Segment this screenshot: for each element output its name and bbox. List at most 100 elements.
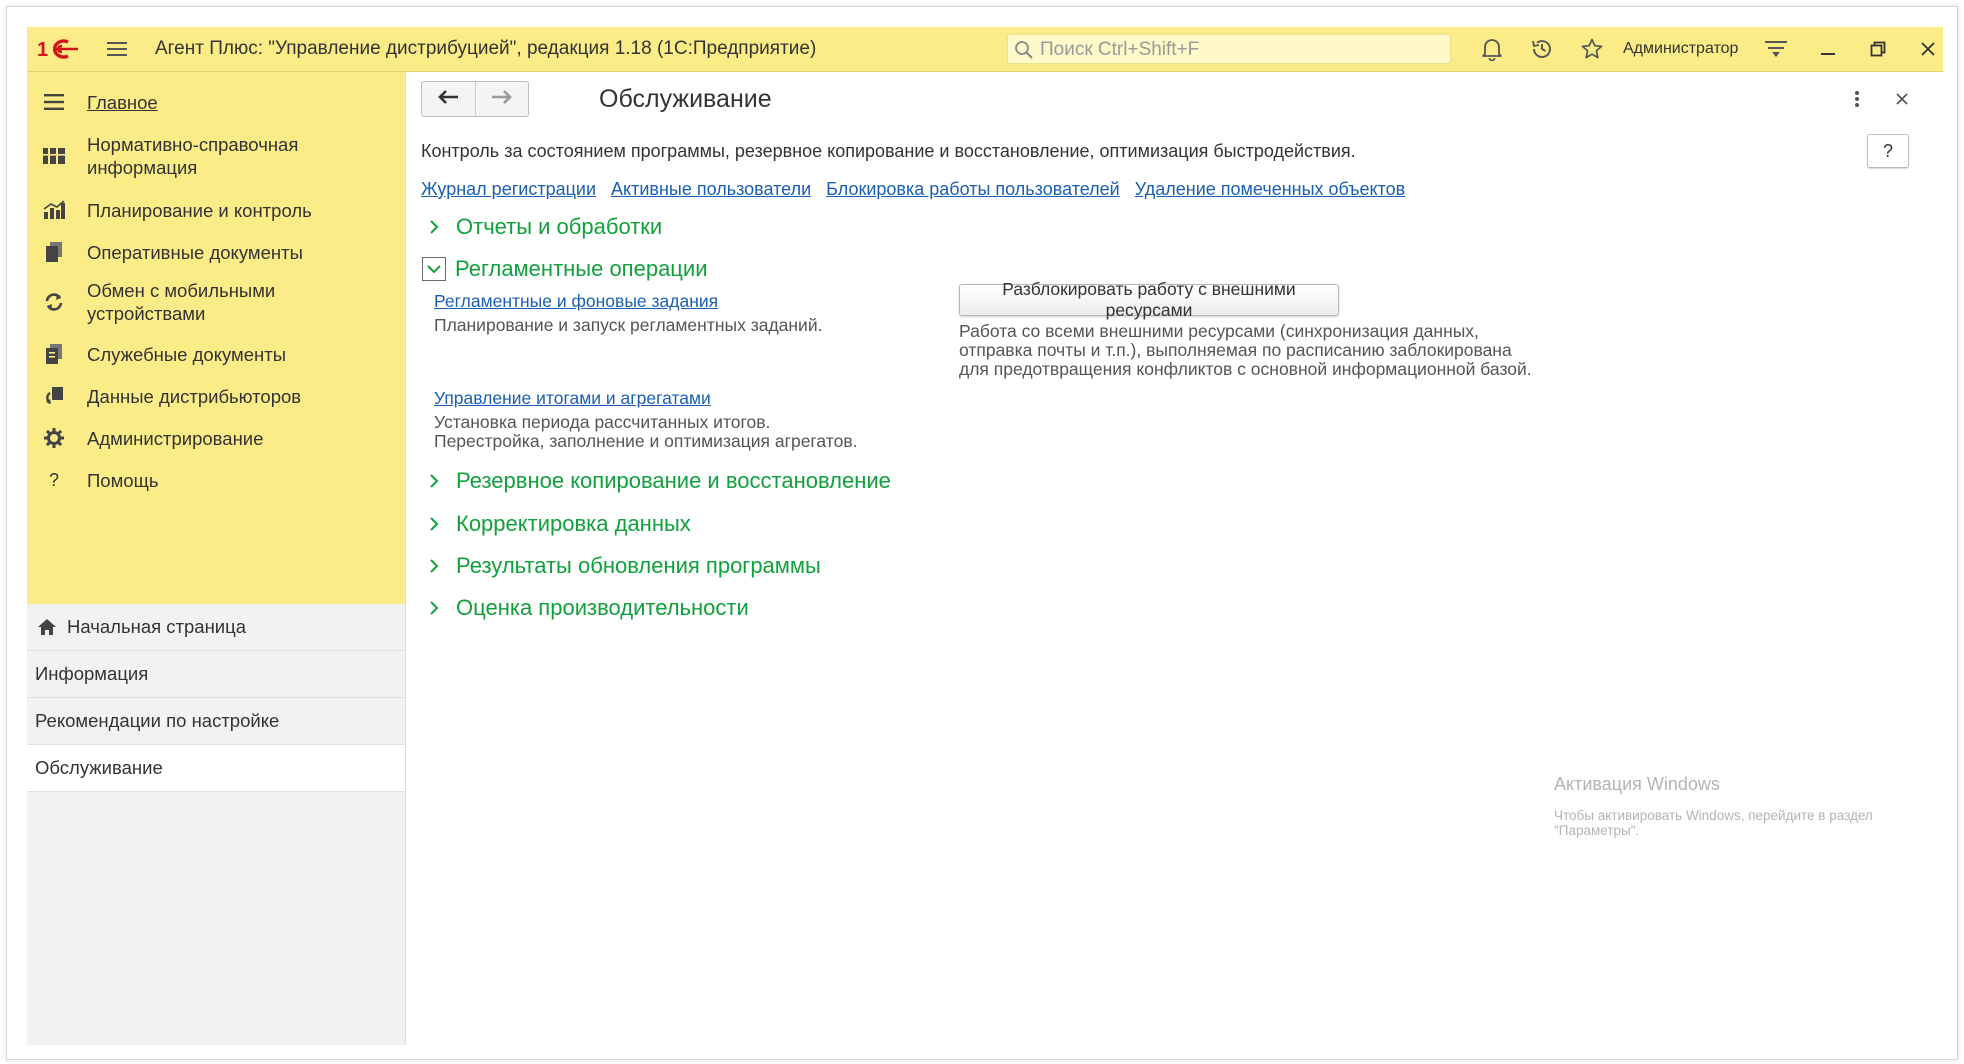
- favorites-star-icon[interactable]: [1577, 35, 1607, 63]
- group-data-correction[interactable]: Корректировка данных: [421, 508, 691, 540]
- group-performance[interactable]: Оценка производительности: [421, 592, 749, 624]
- link-delete-marked[interactable]: Удаление помеченных объектов: [1135, 176, 1406, 202]
- section-service-docs[interactable]: Служебные документы: [27, 334, 405, 374]
- group-title: Отчеты и обработки: [456, 214, 663, 239]
- chevron-right-icon: [421, 553, 447, 579]
- section-mobile-exchange[interactable]: Обмен с мобильными устройствами: [27, 274, 405, 330]
- windows-activation-text: Чтобы активировать Windows, перейдите в …: [1554, 808, 1873, 838]
- sync-icon: [41, 289, 67, 315]
- group-scheduled-operations[interactable]: Регламентные операции: [421, 253, 707, 285]
- distributor-icon: [41, 383, 67, 409]
- navigation-buttons: [421, 81, 529, 117]
- section-label: Нормативно-справочная информация: [87, 134, 299, 178]
- arrow-right-icon: [491, 89, 513, 110]
- help-button[interactable]: ?: [1867, 134, 1909, 168]
- documents-icon: [41, 239, 67, 265]
- section-main[interactable]: Главное: [27, 82, 405, 122]
- link-totals-aggregates[interactable]: Управление итогами и агрегатами: [434, 387, 711, 409]
- svg-text:1: 1: [37, 39, 48, 61]
- search-input[interactable]: [1038, 37, 1442, 63]
- unblock-description-3: для предотвращения конфликтов с основной…: [959, 359, 1532, 379]
- totals-description-1: Установка периода рассчитанных итогов.: [434, 412, 771, 432]
- notifications-bell-icon[interactable]: [1477, 35, 1507, 63]
- page-label: Информация: [35, 663, 149, 684]
- section-help[interactable]: ? Помощь: [27, 460, 405, 500]
- service-docs-icon: [41, 341, 67, 367]
- open-pages-panel: Начальная страница Информация Рекомендац…: [27, 604, 406, 1045]
- search-icon: [1014, 40, 1034, 65]
- more-actions-icon[interactable]: [1845, 86, 1869, 112]
- page-label: Рекомендации по настройке: [35, 710, 280, 731]
- section-label: Данные дистрибьюторов: [87, 386, 302, 407]
- section-label: Оперативные документы: [87, 242, 303, 263]
- section-label: Помощь: [87, 470, 159, 491]
- group-title: Регламентные операции: [455, 256, 708, 281]
- quick-links: Журнал регистрации Активные пользователи…: [421, 176, 1420, 202]
- app-title: Агент Плюс: "Управление дистрибуцией", р…: [155, 38, 817, 59]
- home-icon: [35, 616, 59, 638]
- page-home[interactable]: Начальная страница: [27, 604, 405, 651]
- page-information[interactable]: Информация: [27, 651, 405, 698]
- catalog-icon: [41, 143, 67, 169]
- sections-panel: Главное Нормативно-справочная информация…: [27, 72, 406, 604]
- section-planning[interactable]: Планирование и контроль: [27, 190, 405, 230]
- settings-menu-icon[interactable]: [1761, 35, 1791, 63]
- chevron-right-icon: [421, 468, 447, 494]
- application-window: 1 Агент Плюс: "Управление дистрибуцией",…: [27, 27, 1943, 1045]
- global-search[interactable]: [1007, 34, 1451, 64]
- section-operational-docs[interactable]: Оперативные документы: [27, 232, 405, 272]
- section-distributor-data[interactable]: Данные дистрибьюторов: [27, 376, 405, 416]
- bar-chart-icon: [41, 197, 67, 223]
- unblock-description-1: Работа со всеми внешними ресурсами (синх…: [959, 321, 1479, 341]
- forward-button[interactable]: [474, 82, 529, 116]
- group-title: Корректировка данных: [456, 511, 691, 536]
- section-label: Обмен с мобильными устройствами: [87, 280, 276, 324]
- group-reports[interactable]: Отчеты и обработки: [421, 211, 662, 243]
- section-label: Планирование и контроль: [87, 200, 312, 221]
- link-user-lock[interactable]: Блокировка работы пользователей: [826, 176, 1120, 202]
- arrow-left-icon: [437, 89, 459, 110]
- chevron-right-icon: [421, 511, 447, 537]
- group-update-results[interactable]: Результаты обновления программы: [421, 550, 821, 582]
- title-bar: 1 Агент Плюс: "Управление дистрибуцией",…: [27, 27, 1943, 72]
- hamburger-menu-icon[interactable]: [103, 35, 131, 63]
- current-user[interactable]: Администратор: [1623, 27, 1738, 71]
- maintenance-form: Обслуживание ? Контроль за состоянием пр…: [406, 72, 1943, 1045]
- chevron-right-icon: [421, 595, 447, 621]
- restore-window-icon[interactable]: [1863, 35, 1893, 63]
- section-reference-info[interactable]: Нормативно-справочная информация: [27, 128, 405, 184]
- page-label: Обслуживание: [35, 757, 163, 778]
- history-icon[interactable]: [1527, 35, 1557, 63]
- section-administration[interactable]: Администрирование: [27, 418, 405, 458]
- question-icon: ?: [48, 469, 59, 490]
- page-maintenance[interactable]: Обслуживание: [27, 745, 405, 792]
- scheduled-jobs-description: Планирование и запуск регламентных задан…: [434, 315, 823, 335]
- 1c-logo-icon[interactable]: 1: [35, 35, 81, 63]
- totals-description-2: Перестройка, заполнение и оптимизация аг…: [434, 431, 858, 451]
- group-title: Результаты обновления программы: [456, 553, 821, 578]
- link-scheduled-jobs[interactable]: Регламентные и фоновые задания: [434, 290, 718, 312]
- link-event-log[interactable]: Журнал регистрации: [421, 176, 596, 202]
- unblock-description-2: отправка почты и т.п.), выполняемая по р…: [959, 340, 1512, 360]
- page-title: Обслуживание: [599, 85, 772, 113]
- form-close-icon[interactable]: [1890, 86, 1914, 112]
- group-title: Оценка производительности: [456, 595, 749, 620]
- minimize-icon[interactable]: [1813, 35, 1843, 63]
- back-button[interactable]: [422, 82, 475, 116]
- menu-icon: [41, 89, 67, 115]
- section-label: Администрирование: [87, 428, 264, 449]
- form-description: Контроль за состоянием программы, резерв…: [421, 141, 1356, 161]
- windows-activation-title: Активация Windows: [1554, 774, 1720, 794]
- section-label: Служебные документы: [87, 344, 287, 365]
- group-title: Резервное копирование и восстановление: [456, 468, 891, 493]
- gear-icon: [41, 425, 67, 451]
- link-active-users[interactable]: Активные пользователи: [611, 176, 811, 202]
- window-frame: 1 Агент Плюс: "Управление дистрибуцией",…: [6, 6, 1958, 1060]
- unblock-external-resources-button[interactable]: Разблокировать работу с внешними ресурса…: [959, 279, 1339, 320]
- chevron-right-icon: [421, 214, 447, 240]
- section-label: Главное: [87, 92, 158, 113]
- page-label: Начальная страница: [67, 616, 247, 637]
- page-setup-recommendations[interactable]: Рекомендации по настройке: [27, 698, 405, 745]
- close-window-icon[interactable]: [1913, 35, 1943, 63]
- group-backup[interactable]: Резервное копирование и восстановление: [421, 465, 891, 497]
